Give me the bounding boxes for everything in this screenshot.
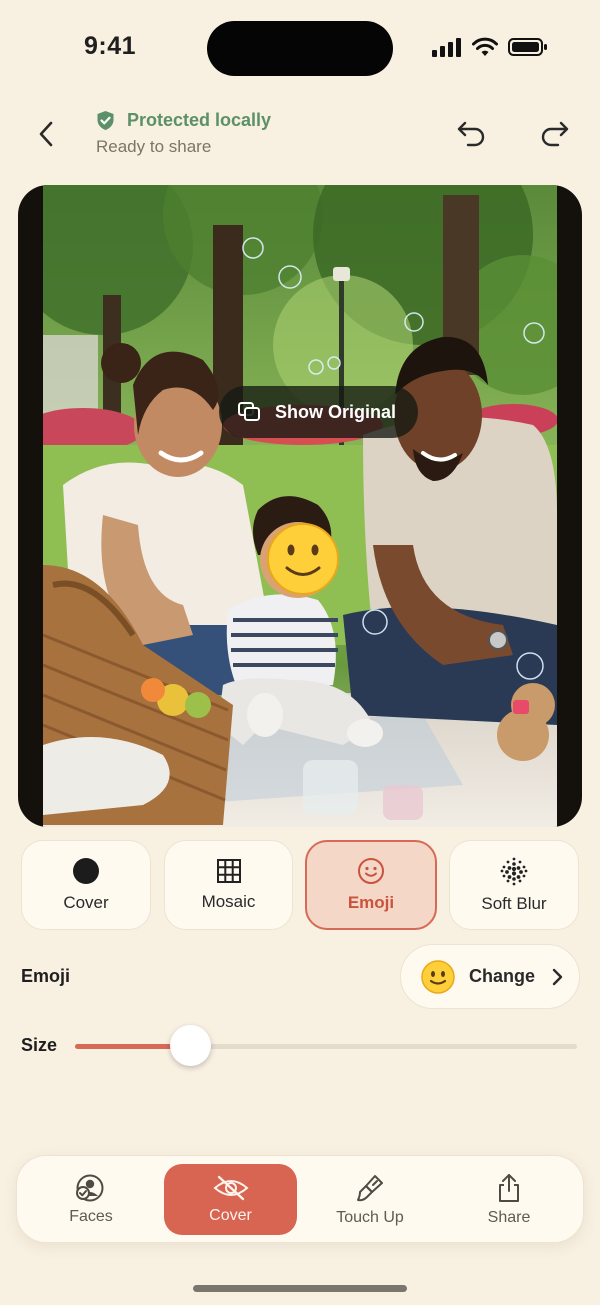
mode-tile-emoji[interactable]: Emoji — [305, 840, 437, 930]
battery-icon — [508, 38, 547, 56]
bottom-tab-bar: Faces Cover Touch Up Share — [16, 1155, 584, 1243]
show-original-label: Show Original — [275, 401, 397, 422]
tab-label: Cover — [209, 1206, 252, 1224]
status-icons — [432, 37, 548, 57]
dynamic-island — [207, 21, 393, 76]
protection-status: Protected locally Ready to share — [96, 110, 271, 157]
size-slider-thumb[interactable] — [169, 1025, 211, 1066]
change-emoji-button[interactable]: Change — [400, 944, 580, 1009]
tab-label: Touch Up — [336, 1208, 404, 1226]
undo-icon — [457, 121, 485, 147]
chevron-left-icon — [39, 121, 53, 147]
change-label: Change — [469, 966, 536, 986]
protected-label: Protected locally — [127, 110, 272, 130]
status-bar: 9:41 — [0, 0, 600, 96]
ready-label: Ready to share — [96, 137, 212, 156]
copy-layers-icon — [238, 402, 260, 421]
face-check-icon — [76, 1174, 104, 1201]
tab-touch-up[interactable]: Touch Up — [304, 1164, 436, 1235]
dotted-blur-icon — [500, 857, 528, 886]
tab-cover[interactable]: Cover — [164, 1164, 297, 1235]
size-setting-label: Size — [21, 1035, 58, 1055]
home-indicator — [193, 1285, 407, 1292]
mode-tile-mosaic[interactable]: Mosaic — [164, 840, 293, 930]
emoji-setting-label: Emoji — [21, 966, 71, 986]
redo-icon — [541, 121, 569, 147]
wifi-icon — [472, 37, 498, 56]
cellular-signal-icon — [432, 38, 461, 57]
tab-label: Faces — [69, 1207, 113, 1225]
selected-emoji-icon — [421, 959, 455, 994]
shield-check-icon — [97, 111, 114, 130]
brush-icon — [357, 1174, 383, 1201]
chevron-right-icon — [552, 968, 563, 985]
smiley-face-icon — [358, 858, 384, 884]
show-original-button[interactable]: Show Original — [219, 386, 418, 438]
family-picnic-photo — [43, 185, 557, 827]
redo-button[interactable] — [536, 116, 572, 152]
mode-tile-cover[interactable]: Cover — [21, 840, 151, 930]
mode-tile-label: Cover — [63, 893, 109, 912]
tab-share[interactable]: Share — [443, 1164, 575, 1235]
mode-tile-label: Soft Blur — [481, 894, 547, 913]
undo-button[interactable] — [454, 116, 490, 152]
back-button[interactable] — [26, 112, 66, 156]
photo-canvas[interactable]: Show Original — [18, 185, 582, 827]
grid-icon — [216, 859, 241, 883]
mode-tile-label: Emoji — [347, 893, 395, 912]
mode-tile-label: Mosaic — [201, 892, 256, 911]
eye-slash-icon — [212, 1175, 249, 1200]
tab-faces[interactable]: Faces — [25, 1164, 157, 1235]
mode-tile-soft-blur[interactable]: Soft Blur — [449, 840, 579, 930]
status-time: 9:41 — [84, 32, 137, 60]
size-slider-track[interactable] — [75, 1044, 577, 1049]
share-icon — [499, 1173, 519, 1202]
filled-circle-icon — [73, 858, 99, 884]
tab-label: Share — [487, 1208, 531, 1226]
